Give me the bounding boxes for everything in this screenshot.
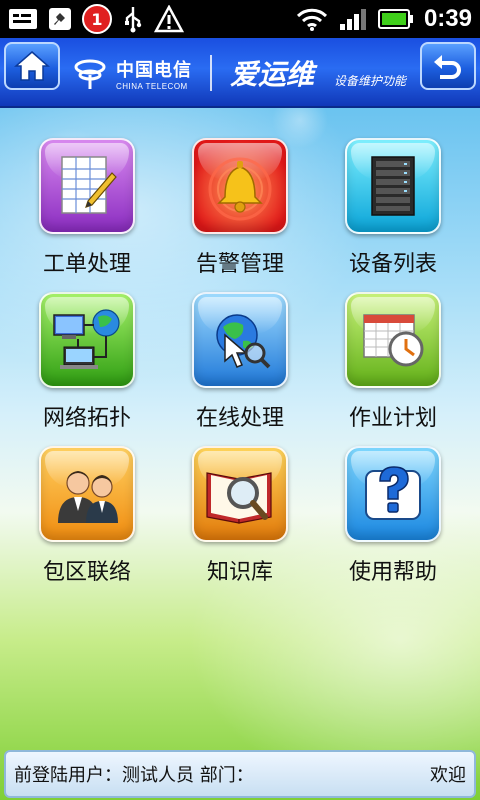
menu-grid: 工单处理 告警管理 设备列表 网络拓扑 在线处理 作业计划 包区联络 知识库 使…	[0, 138, 480, 592]
notification-count: 1	[82, 4, 112, 34]
battery-icon	[377, 6, 414, 32]
welcome-text: 欢迎	[430, 765, 466, 786]
menu-item-alarm-management[interactable]: 告警管理	[164, 138, 317, 284]
missed-call-icon	[48, 6, 72, 32]
carrier-logo-text: 中国电信 CHINA TELECOM	[116, 56, 192, 91]
knowledge-base-icon	[192, 446, 288, 542]
menu-label: 使用帮助	[348, 560, 437, 585]
server-rack-icon	[345, 138, 441, 234]
contacts-icon	[39, 446, 135, 542]
menu-item-contacts[interactable]: 包区联络	[11, 446, 164, 592]
warning-icon	[154, 5, 184, 33]
menu-item-network-topology[interactable]: 网络拓扑	[11, 292, 164, 438]
menu-item-device-list[interactable]: 设备列表	[317, 138, 470, 284]
sms-icon	[8, 6, 38, 32]
app-header: 中国电信 CHINA TELECOM 爱运维 设备维护功能	[0, 38, 480, 108]
back-button[interactable]	[420, 42, 476, 90]
menu-label: 设备列表	[348, 252, 437, 277]
menu-label: 工单处理	[42, 252, 131, 277]
current-user-text: 前登陆用户：测试人员 部门：	[14, 765, 254, 786]
carrier-name-cn: 中国电信	[116, 59, 192, 81]
menu-label: 知识库	[206, 560, 273, 585]
status-bar: 1 0:39	[0, 0, 480, 38]
signal-icon	[338, 6, 368, 32]
wifi-icon	[296, 6, 328, 32]
menu-item-work-order[interactable]: 工单处理	[11, 138, 164, 284]
alarm-icon: 1	[82, 4, 112, 34]
menu-item-knowledge-base[interactable]: 知识库	[164, 446, 317, 592]
menu-label: 告警管理	[195, 252, 284, 277]
clock: 0:39	[423, 5, 472, 32]
brand-area: 中国电信 CHINA TELECOM 爱运维 设备维护功能	[72, 46, 406, 100]
carrier-name-en: CHINA TELECOM	[116, 81, 188, 91]
menu-label: 网络拓扑	[42, 406, 131, 431]
online-processing-icon	[192, 292, 288, 388]
job-plan-icon	[345, 292, 441, 388]
network-topology-icon	[39, 292, 135, 388]
menu-item-online-processing[interactable]: 在线处理	[164, 292, 317, 438]
menu-item-help[interactable]: 使用帮助	[317, 446, 470, 592]
work-order-icon	[39, 138, 135, 234]
home-icon	[14, 51, 50, 81]
alarm-bell-icon	[192, 138, 288, 234]
app-subtitle: 设备维护功能	[334, 73, 407, 88]
china-telecom-logo-icon	[74, 59, 106, 89]
home-button[interactable]	[4, 42, 60, 90]
user-info-marquee: 前登陆用户：测试人员 部门： 欢迎	[4, 750, 476, 798]
menu-label: 作业计划	[348, 406, 437, 431]
header-divider	[210, 55, 212, 91]
menu-item-job-plan[interactable]: 作业计划	[317, 292, 470, 438]
usb-icon	[122, 6, 144, 33]
menu-label: 包区联络	[42, 560, 131, 585]
menu-label: 在线处理	[195, 406, 284, 431]
app-title: 爱运维	[230, 58, 315, 91]
help-icon	[345, 446, 441, 542]
back-arrow-icon	[434, 55, 461, 79]
